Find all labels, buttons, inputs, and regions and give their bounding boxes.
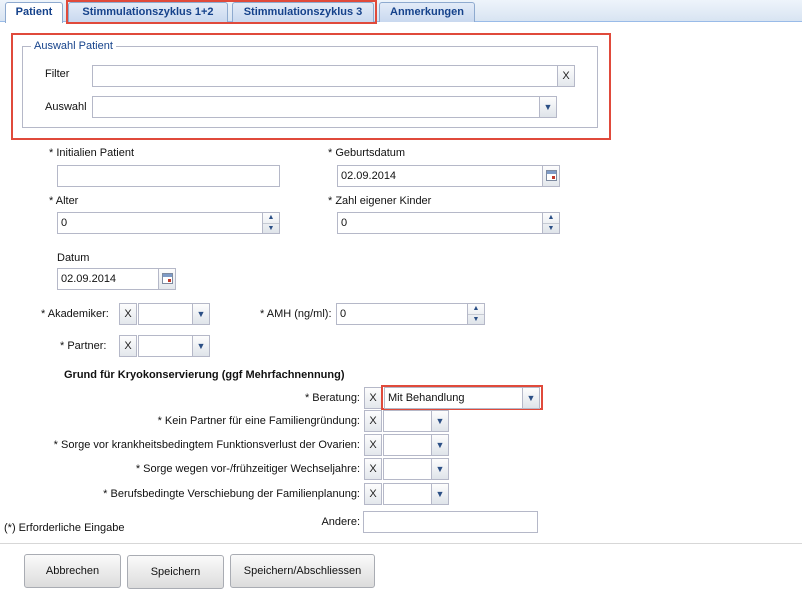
kinder-spinner[interactable]: ▲ ▼ <box>542 212 560 234</box>
partner-dropdown-trigger[interactable]: ▼ <box>192 335 210 357</box>
andere-label: Andere: <box>321 516 360 528</box>
sorge-wechsel-label: * Sorge wegen vor-/frühzeitiger Wechselj… <box>135 463 360 475</box>
required-note: (*) Erforderliche Eingabe <box>4 522 125 534</box>
beruf-label: * Berufsbedingte Verschiebung der Famili… <box>103 488 360 500</box>
sorge-funktion-label: * Sorge vor krankheitsbedingtem Funktion… <box>53 439 360 451</box>
chevron-down-icon: ▼ <box>435 489 445 499</box>
kein-partner-dropdown-trigger[interactable]: ▼ <box>431 410 449 432</box>
spin-down-icon[interactable]: ▼ <box>263 222 279 234</box>
speichern-button[interactable]: Speichern <box>127 555 224 589</box>
beruf-dropdown-trigger[interactable]: ▼ <box>431 483 449 505</box>
filter-label: Filter <box>45 68 70 80</box>
chevron-down-icon: ▼ <box>526 393 536 403</box>
filter-clear-button[interactable]: X <box>557 65 575 87</box>
partner-select[interactable] <box>138 335 193 357</box>
initialen-label: * Initialien Patient <box>49 147 134 159</box>
tab-anmerkungen[interactable]: Anmerkungen <box>379 2 475 22</box>
amh-label: * AMH (ng/ml): <box>260 308 332 320</box>
beratung-select[interactable]: Mit Behandlung <box>384 387 523 409</box>
akademiker-clear-button[interactable]: X <box>119 303 137 325</box>
sorge-funktion-clear-button[interactable]: X <box>364 434 382 456</box>
beratung-dropdown-trigger[interactable]: ▼ <box>522 387 540 409</box>
datum-input[interactable]: 02.09.2014 <box>57 268 159 290</box>
initialen-input[interactable] <box>57 165 280 187</box>
geburtsdatum-label: * Geburtsdatum <box>328 147 406 159</box>
partner-clear-button[interactable]: X <box>119 335 137 357</box>
speichern-abschliessen-button[interactable]: Speichern/Abschliessen <box>230 554 375 588</box>
grund-heading: Grund für Kryokonservierung (ggf Mehrfac… <box>64 369 345 381</box>
spin-down-icon[interactable]: ▼ <box>468 313 484 325</box>
chevron-down-icon: ▼ <box>435 440 445 450</box>
calendar-icon <box>162 273 173 284</box>
beratung-label: * Beratung: <box>304 392 360 404</box>
abbrechen-button[interactable]: Abbrechen <box>24 554 121 588</box>
alter-label: * Alter <box>49 195 79 207</box>
akademiker-dropdown-trigger[interactable]: ▼ <box>192 303 210 325</box>
tab-highlight-box <box>66 0 377 24</box>
spin-up-icon[interactable]: ▲ <box>263 213 279 223</box>
filter-input[interactable] <box>92 65 558 87</box>
andere-input[interactable] <box>363 511 538 533</box>
beruf-select[interactable] <box>383 483 432 505</box>
partner-label: * Partner: <box>60 340 107 352</box>
auswahl-select[interactable] <box>92 96 540 118</box>
akademiker-label: * Akademiker: <box>41 308 109 320</box>
kein-partner-select[interactable] <box>383 410 432 432</box>
chevron-down-icon: ▼ <box>543 102 553 112</box>
tab-patient[interactable]: Patient <box>5 2 63 23</box>
chevron-down-icon: ▼ <box>196 341 206 351</box>
sorge-funktion-select[interactable] <box>383 434 432 456</box>
datum-label: Datum <box>57 252 90 264</box>
calendar-icon <box>546 170 557 181</box>
sorge-wechsel-dropdown-trigger[interactable]: ▼ <box>431 458 449 480</box>
beratung-clear-button[interactable]: X <box>364 387 382 409</box>
kein-partner-clear-button[interactable]: X <box>364 410 382 432</box>
spin-up-icon[interactable]: ▲ <box>468 304 484 314</box>
auswahl-dropdown-trigger[interactable]: ▼ <box>539 96 557 118</box>
chevron-down-icon: ▼ <box>435 416 445 426</box>
spin-down-icon[interactable]: ▼ <box>543 222 559 234</box>
kein-partner-label: * Kein Partner für eine Familiengründung… <box>157 415 360 427</box>
kinder-label: * Zahl eigener Kinder <box>328 195 432 207</box>
amh-input[interactable]: 0 <box>336 303 468 325</box>
alter-spinner[interactable]: ▲ ▼ <box>262 212 280 234</box>
alter-input[interactable]: 0 <box>57 212 263 234</box>
geburtsdatum-input[interactable]: 02.09.2014 <box>337 165 543 187</box>
spin-up-icon[interactable]: ▲ <box>543 213 559 223</box>
sorge-wechsel-clear-button[interactable]: X <box>364 458 382 480</box>
akademiker-select[interactable] <box>138 303 193 325</box>
kinder-input[interactable]: 0 <box>337 212 543 234</box>
patient-select-legend: Auswahl Patient <box>31 40 116 52</box>
chevron-down-icon: ▼ <box>435 464 445 474</box>
chevron-down-icon: ▼ <box>196 309 206 319</box>
amh-spinner[interactable]: ▲ ▼ <box>467 303 485 325</box>
beruf-clear-button[interactable]: X <box>364 483 382 505</box>
sorge-wechsel-select[interactable] <box>383 458 432 480</box>
sorge-funktion-dropdown-trigger[interactable]: ▼ <box>431 434 449 456</box>
datum-calendar-button[interactable] <box>158 268 176 290</box>
geburtsdatum-calendar-button[interactable] <box>542 165 560 187</box>
auswahl-label: Auswahl <box>45 101 87 113</box>
